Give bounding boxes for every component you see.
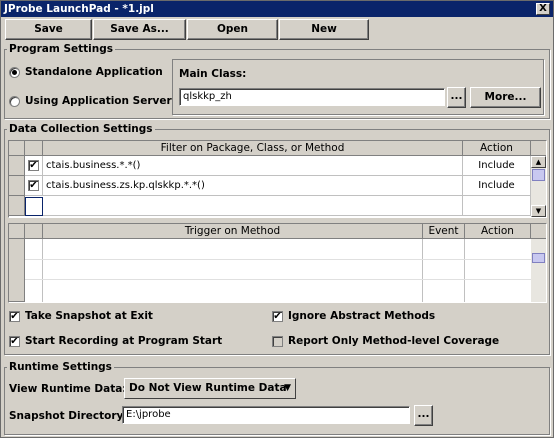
scroll-thumb[interactable] bbox=[532, 169, 545, 181]
report-method-checkbox[interactable] bbox=[272, 336, 283, 347]
new-button[interactable]: New bbox=[279, 19, 369, 40]
save-as-button[interactable]: Save As... bbox=[93, 19, 186, 40]
filter-row-checkbox[interactable]: ✔ bbox=[28, 160, 39, 171]
filter-row-action[interactable]: Include bbox=[463, 176, 531, 196]
standalone-radio[interactable] bbox=[9, 67, 20, 78]
filter-scroll-header bbox=[531, 141, 546, 156]
trigger-rowheader-corner bbox=[9, 224, 25, 239]
main-class-label: Main Class: bbox=[179, 68, 247, 80]
filter-row-checkbox[interactable]: ✔ bbox=[28, 180, 39, 191]
filter-new-row-filter[interactable] bbox=[43, 196, 463, 216]
filter-new-row-cell[interactable] bbox=[25, 197, 43, 216]
filter-row-filter[interactable]: ctais.business.zs.kp.qlskkp.*.*() bbox=[43, 176, 463, 196]
view-runtime-label: View Runtime Data: bbox=[9, 383, 127, 395]
filter-table: Filter on Package, Class, or Method Acti… bbox=[8, 140, 547, 218]
app-server-radio[interactable] bbox=[9, 96, 20, 107]
scroll-down-icon[interactable]: ▼ bbox=[531, 205, 546, 217]
report-method-label[interactable]: Report Only Method-level Coverage bbox=[288, 335, 499, 347]
filter-row-header bbox=[9, 196, 25, 216]
trigger-action-header[interactable]: Action bbox=[465, 224, 531, 239]
trigger-row-divider bbox=[25, 259, 531, 260]
trigger-table: Trigger on Method Event Action bbox=[8, 223, 547, 303]
main-class-browse-button[interactable]: ... bbox=[447, 87, 466, 108]
window-title: JProbe LaunchPad - *1.jpl bbox=[4, 3, 154, 15]
save-button[interactable]: Save bbox=[5, 19, 92, 40]
data-collection-label: Data Collection Settings bbox=[7, 123, 155, 135]
trigger-scroll-header bbox=[531, 224, 546, 239]
view-runtime-dropdown[interactable]: Do Not View Runtime Data ▼ bbox=[124, 378, 296, 399]
runtime-settings-label: Runtime Settings bbox=[7, 361, 114, 373]
filter-row-filter[interactable]: ctais.business.*.*() bbox=[43, 156, 463, 176]
trigger-event-column bbox=[423, 239, 465, 302]
filter-row-action[interactable]: Include bbox=[463, 156, 531, 176]
trigger-check-column bbox=[25, 239, 43, 302]
close-icon[interactable]: X bbox=[536, 3, 550, 15]
filter-column-header[interactable]: Filter on Package, Class, or Method bbox=[43, 141, 463, 156]
filter-action-header[interactable]: Action bbox=[463, 141, 531, 156]
open-button[interactable]: Open bbox=[187, 19, 278, 40]
take-snapshot-label[interactable]: Take Snapshot at Exit bbox=[25, 310, 153, 322]
start-recording-label[interactable]: Start Recording at Program Start bbox=[25, 335, 222, 347]
filter-row-header bbox=[9, 176, 25, 196]
trigger-event-header[interactable]: Event bbox=[423, 224, 465, 239]
program-settings-label: Program Settings bbox=[7, 43, 116, 55]
trigger-method-column bbox=[43, 239, 423, 302]
view-runtime-value: Do Not View Runtime Data bbox=[129, 382, 287, 394]
take-snapshot-checkbox[interactable]: ✔ bbox=[9, 311, 20, 322]
trigger-column-header[interactable]: Trigger on Method bbox=[43, 224, 423, 239]
filter-check-header bbox=[25, 141, 43, 156]
filter-new-row-action[interactable] bbox=[463, 196, 531, 216]
scroll-thumb[interactable] bbox=[532, 253, 545, 263]
jprobe-launchpad-window: JProbe LaunchPad - *1.jpl X Save Save As… bbox=[0, 0, 554, 438]
trigger-check-header bbox=[25, 224, 43, 239]
filter-rowheader-corner bbox=[9, 141, 25, 156]
filter-row-checkbox-cell: ✔ bbox=[25, 156, 43, 176]
snapshot-dir-input[interactable]: E:\jprobe bbox=[122, 406, 410, 424]
title-bar: JProbe LaunchPad - *1.jpl bbox=[1, 1, 553, 17]
main-class-input[interactable]: qlskkp_zh bbox=[179, 88, 445, 106]
more-button[interactable]: More... bbox=[470, 87, 541, 108]
trigger-row-headers bbox=[9, 239, 25, 302]
standalone-label[interactable]: Standalone Application bbox=[25, 66, 163, 78]
ignore-abstract-checkbox[interactable]: ✔ bbox=[272, 311, 283, 322]
app-server-label[interactable]: Using Application Server bbox=[25, 95, 172, 107]
scroll-up-icon[interactable]: ▲ bbox=[531, 156, 546, 168]
start-recording-checkbox[interactable]: ✔ bbox=[9, 336, 20, 347]
snapshot-browse-button[interactable]: ... bbox=[414, 405, 433, 426]
filter-row-header bbox=[9, 156, 25, 176]
trigger-row-divider bbox=[25, 279, 531, 280]
ignore-abstract-label[interactable]: Ignore Abstract Methods bbox=[288, 310, 435, 322]
chevron-down-icon: ▼ bbox=[284, 383, 291, 393]
trigger-vertical-scrollbar[interactable] bbox=[531, 239, 546, 302]
filter-vertical-scrollbar[interactable]: ▲ ▼ bbox=[531, 156, 546, 217]
filter-row-checkbox-cell: ✔ bbox=[25, 176, 43, 196]
snapshot-dir-label: Snapshot Directory: bbox=[9, 410, 128, 422]
